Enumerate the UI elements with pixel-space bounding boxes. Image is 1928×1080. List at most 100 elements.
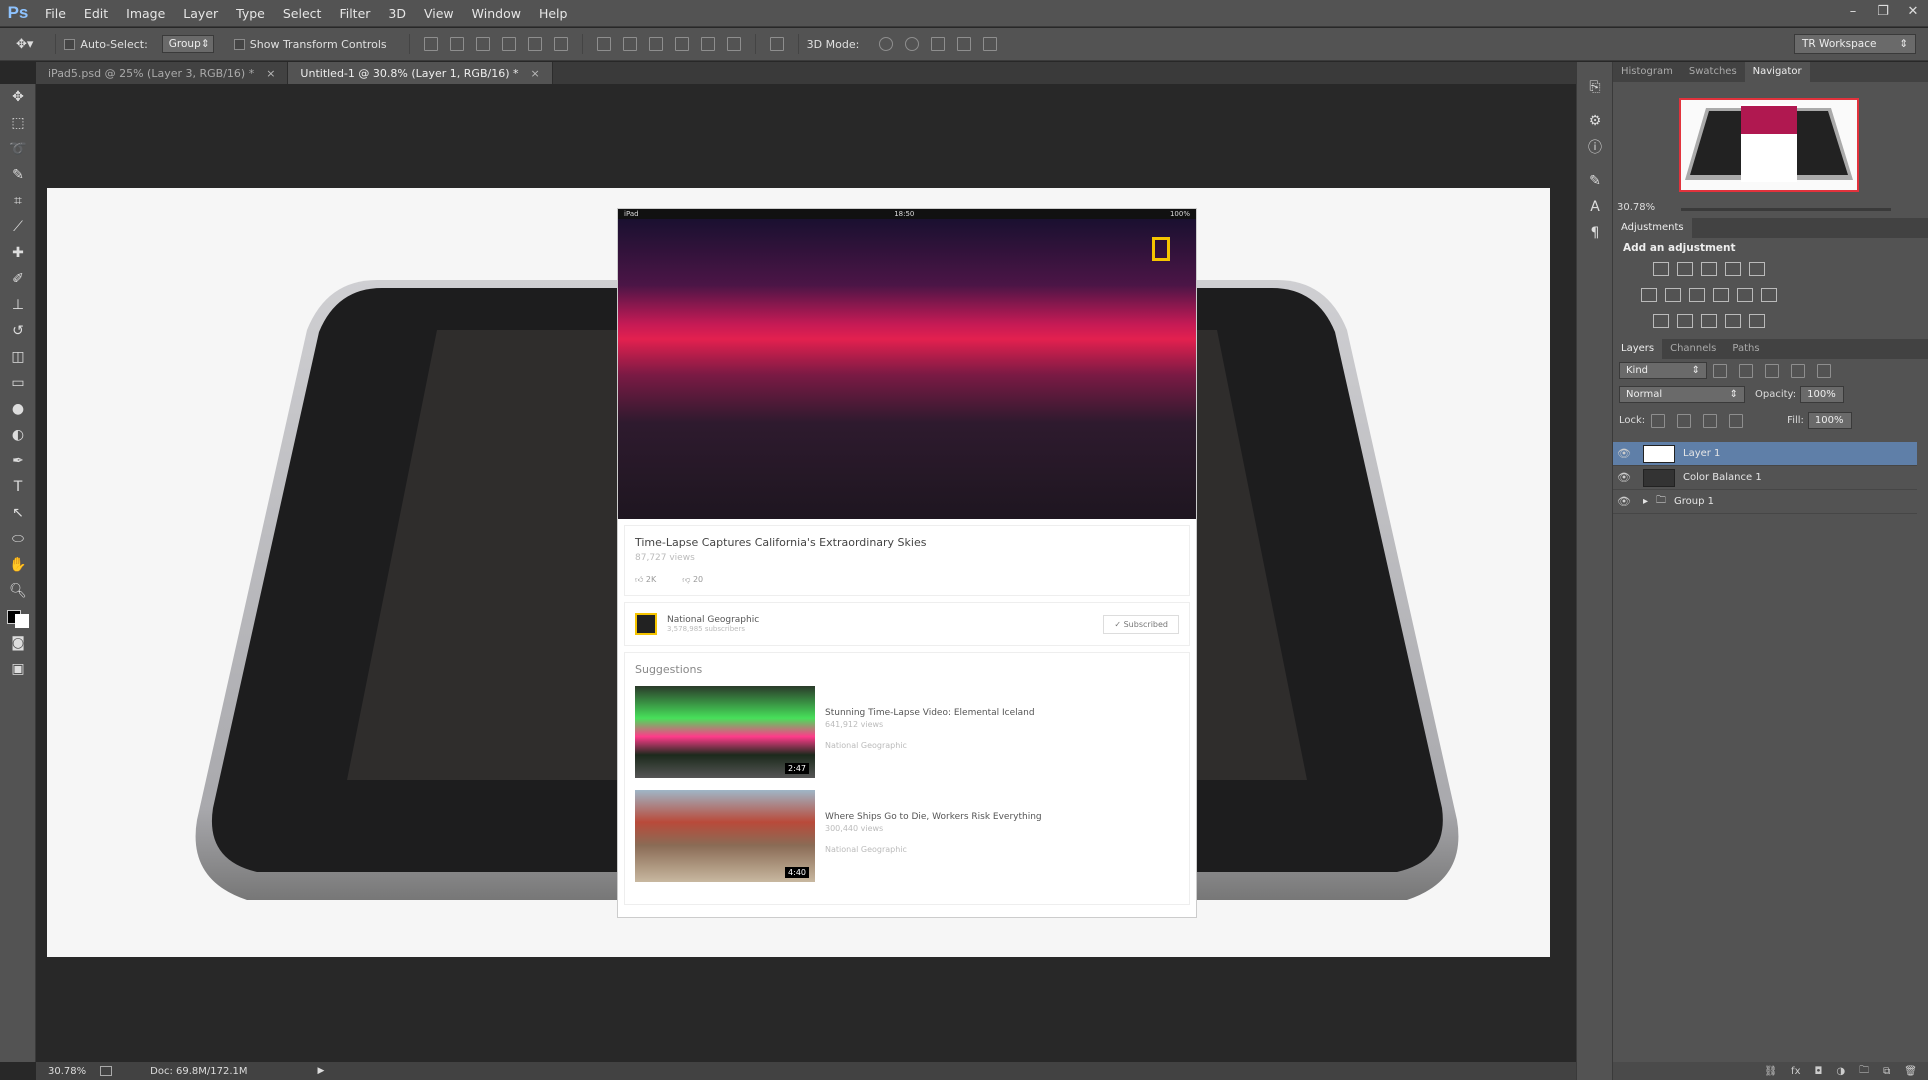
3d-roll-icon[interactable]	[905, 37, 920, 51]
align-hcenter-icon[interactable]	[527, 37, 542, 51]
eyedropper-tool-icon[interactable]: ⟋	[0, 214, 36, 240]
eye-icon[interactable]: 👁︎	[1613, 471, 1635, 484]
menu-filter[interactable]: Filter	[330, 0, 379, 27]
history-panel-icon[interactable]: ⎘	[1577, 74, 1613, 100]
distribute-bottom-icon[interactable]	[648, 37, 663, 51]
color-balance-icon[interactable]	[1665, 288, 1681, 302]
3d-drag-icon[interactable]	[931, 37, 946, 51]
tab-paths[interactable]: Paths	[1724, 339, 1767, 359]
menu-window[interactable]: Window	[463, 0, 530, 27]
align-left-icon[interactable]	[501, 37, 516, 51]
align-vcenter-icon[interactable]	[449, 37, 464, 51]
eraser-tool-icon[interactable]: ◫	[0, 344, 36, 370]
filter-shape-icon[interactable]	[1791, 363, 1805, 378]
auto-select-dropdown[interactable]: Group ⇕	[161, 35, 214, 53]
levels-icon[interactable]	[1677, 262, 1693, 276]
blend-mode-dropdown[interactable]: Normal ⇕	[1619, 386, 1745, 403]
filter-type-icon[interactable]	[1765, 363, 1779, 378]
dodge-tool-icon[interactable]: ◐	[0, 422, 36, 448]
kind-filter-dropdown[interactable]: Kind ⇕	[1619, 362, 1707, 379]
close-icon[interactable]: ×	[531, 67, 540, 80]
auto-align-icon[interactable]	[769, 37, 784, 51]
zoom-slider[interactable]	[1681, 208, 1891, 211]
exposure-icon[interactable]	[1725, 262, 1741, 276]
crop-tool-icon[interactable]: ⌗	[0, 188, 36, 214]
tab-untitled-1[interactable]: Untitled-1 @ 30.8% (Layer 1, RGB/16) * ×	[288, 62, 553, 84]
document-canvas[interactable]: iPad 18:50 100% Time-Lapse Captures Cali…	[47, 188, 1550, 957]
filter-smart-object-icon[interactable]	[1817, 363, 1831, 378]
3d-camera-icon[interactable]	[983, 37, 998, 51]
gradient-tool-icon[interactable]: ▭	[0, 370, 36, 396]
color-swatches-icon[interactable]	[0, 604, 36, 630]
gradient-map-icon[interactable]	[1749, 314, 1765, 328]
menu-help[interactable]: Help	[530, 0, 577, 27]
curves-icon[interactable]	[1701, 262, 1717, 276]
tab-layers[interactable]: Layers	[1613, 339, 1663, 359]
distribute-vcenter-icon[interactable]	[622, 37, 637, 51]
tab-channels[interactable]: Channels	[1662, 339, 1724, 359]
tab-ipad5[interactable]: iPad5.psd @ 25% (Layer 3, RGB/16) * ×	[36, 62, 289, 84]
zoom-tool-icon[interactable]: 🔍︎	[0, 578, 36, 604]
eye-icon[interactable]: 👁︎	[1613, 495, 1635, 508]
filter-adjustment-icon[interactable]	[1739, 363, 1753, 378]
workspace-switcher[interactable]: TR Workspace ⇕	[1794, 34, 1916, 54]
brightness-icon[interactable]	[1653, 262, 1669, 276]
path-select-tool-icon[interactable]: ↖	[0, 500, 36, 526]
menu-edit[interactable]: Edit	[75, 0, 117, 27]
quick-mask-icon[interactable]: ◙	[0, 630, 36, 656]
fill-input[interactable]: 100%	[1807, 412, 1852, 429]
play-arrow-icon[interactable]: ▶	[318, 1066, 325, 1076]
layer-row-color-balance-1[interactable]: 👁︎ Color Balance 1	[1613, 466, 1917, 490]
tab-swatches[interactable]: Swatches	[1681, 62, 1745, 82]
lock-all-icon[interactable]	[1729, 413, 1744, 428]
menu-type[interactable]: Type	[227, 0, 274, 27]
shape-tool-icon[interactable]: ⬭	[0, 526, 36, 552]
new-group-icon[interactable]: 🗀	[1859, 1063, 1869, 1080]
lasso-tool-icon[interactable]: ➰	[0, 136, 36, 162]
menu-file[interactable]: File	[36, 0, 75, 27]
pen-tool-icon[interactable]: ✒	[0, 448, 36, 474]
new-adjustment-icon[interactable]: ◑	[1836, 1066, 1845, 1077]
selective-color-icon[interactable]	[1725, 314, 1741, 328]
color-lookup-icon[interactable]	[1761, 288, 1777, 302]
tab-navigator[interactable]: Navigator	[1744, 62, 1810, 82]
show-transform-checkbox[interactable]	[233, 38, 245, 50]
character-panel-icon[interactable]: A	[1577, 194, 1613, 220]
threshold-icon[interactable]	[1701, 314, 1717, 328]
3d-slide-icon[interactable]	[957, 37, 972, 51]
move-tool-icon[interactable]: ✥▾	[16, 37, 33, 52]
type-tool-icon[interactable]: T	[0, 474, 36, 500]
menu-view[interactable]: View	[415, 0, 463, 27]
history-brush-icon[interactable]: ↺	[0, 318, 36, 344]
align-right-icon[interactable]	[553, 37, 568, 51]
paragraph-panel-icon[interactable]: ¶	[1577, 220, 1613, 246]
delete-layer-icon[interactable]: 🗑︎	[1904, 1066, 1917, 1077]
blur-tool-icon[interactable]: ●	[0, 396, 36, 422]
eye-icon[interactable]: 👁︎	[1613, 447, 1635, 460]
restore-button[interactable]: ❐	[1868, 0, 1898, 27]
brush-tool-icon[interactable]: ✐	[0, 266, 36, 292]
lock-position-icon[interactable]	[1703, 413, 1718, 428]
3d-rotate-icon[interactable]	[879, 37, 894, 51]
tab-histogram[interactable]: Histogram	[1613, 62, 1681, 82]
layer-row-group-1[interactable]: 👁︎ ▸ 🗀 Group 1	[1613, 490, 1917, 514]
expand-arrow-icon[interactable]: ▸	[1643, 496, 1648, 507]
menu-select[interactable]: Select	[274, 0, 331, 27]
link-layers-icon[interactable]: ⛓	[1764, 1066, 1777, 1077]
tab-adjustments[interactable]: Adjustments	[1613, 218, 1692, 238]
channel-mixer-icon[interactable]	[1737, 288, 1753, 302]
photo-filter-icon[interactable]	[1713, 288, 1729, 302]
opacity-input[interactable]: 100%	[1800, 386, 1845, 403]
info-panel-icon[interactable]: ⓘ	[1577, 134, 1613, 160]
navigator-zoom[interactable]: 30.78%	[1617, 202, 1655, 213]
auto-select-checkbox[interactable]	[64, 38, 76, 50]
hue-sat-icon[interactable]	[1641, 288, 1657, 302]
navigator-preview[interactable]	[1679, 98, 1859, 192]
menu-3d[interactable]: 3D	[379, 0, 415, 27]
layer-row-layer-1[interactable]: 👁︎ Layer 1	[1613, 442, 1917, 466]
distribute-hcenter-icon[interactable]	[700, 37, 715, 51]
properties-panel-icon[interactable]: ⚙	[1577, 108, 1613, 134]
layer-style-icon[interactable]: fx	[1791, 1066, 1800, 1077]
new-layer-icon[interactable]: ⧉	[1883, 1066, 1890, 1077]
invert-icon[interactable]	[1653, 314, 1669, 328]
